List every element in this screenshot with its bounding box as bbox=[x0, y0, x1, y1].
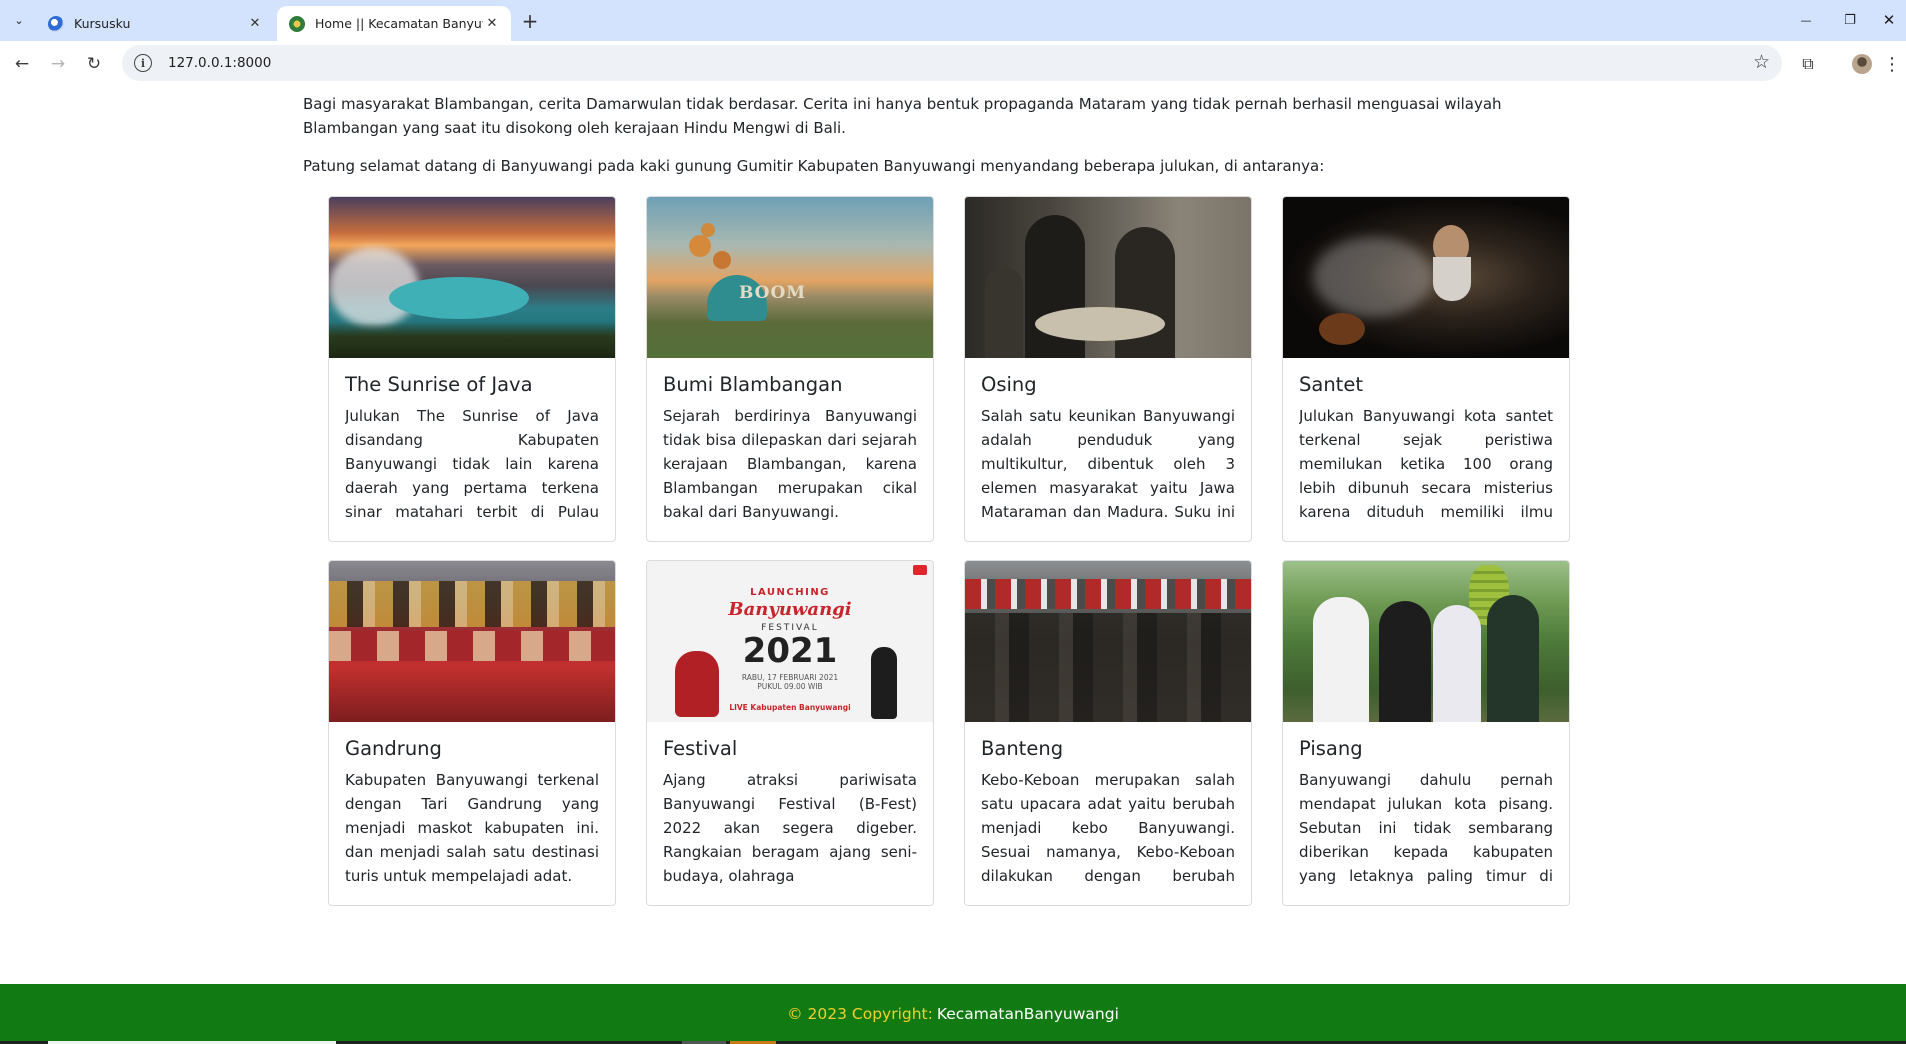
close-icon: ✕ bbox=[1882, 11, 1896, 29]
puzzle-icon: ⧉ bbox=[1802, 54, 1814, 73]
kursusku-favicon-icon bbox=[48, 15, 64, 32]
forward-button[interactable]: → bbox=[44, 50, 72, 78]
footer-copyright: © 2023 Copyright: bbox=[787, 1005, 933, 1023]
boom-sign-text: BOOM bbox=[739, 283, 807, 303]
card-image-boom-beach: BOOM bbox=[647, 197, 933, 358]
reload-icon: ↻ bbox=[86, 54, 102, 74]
card-text: Kebo-Keboan merupakan salah satu upacara… bbox=[981, 771, 1235, 885]
card-text: Ajang atraksi pariwisata Banyuwangi Fest… bbox=[663, 771, 917, 885]
poster-heading: LAUNCHING bbox=[750, 587, 830, 598]
card-text: Julukan Banyuwangi kota santet terkenal … bbox=[1299, 407, 1553, 521]
site-footer: © 2023 Copyright: KecamatanBanyuwangi bbox=[0, 984, 1906, 1044]
card-sunrise-of-java: The Sunrise of Java Julukan The Sunrise … bbox=[328, 196, 616, 542]
profile-button[interactable] bbox=[1850, 52, 1874, 76]
intro-paragraph: Bagi masyarakat Blambangan, cerita Damar… bbox=[303, 95, 1502, 137]
card-image-banana-plantation bbox=[1283, 561, 1569, 722]
card-title: Bumi Blambangan bbox=[663, 373, 843, 396]
card-gandrung: Gandrung Kabupaten Banyuwangi terkenal d… bbox=[328, 560, 616, 906]
extensions-button[interactable]: ⧉ bbox=[1796, 52, 1820, 76]
arrow-left-icon: ← bbox=[14, 54, 30, 74]
card-title: Festival bbox=[663, 737, 738, 760]
card-image-osing-family bbox=[965, 197, 1251, 358]
footer-brand-link[interactable]: KecamatanBanyuwangi bbox=[937, 1005, 1119, 1023]
page-viewport: Bagi masyarakat Blambangan, cerita Damar… bbox=[0, 86, 1906, 1044]
address-bar[interactable]: i 127.0.0.1:8000 ☆ bbox=[122, 45, 1782, 81]
reload-button[interactable]: ↻ bbox=[80, 50, 108, 78]
card-image-festival-poster: LAUNCHING Banyuwangi FESTIVAL 2021 RABU,… bbox=[647, 561, 933, 722]
card-title: Santet bbox=[1299, 373, 1363, 396]
minimize-button[interactable]: — bbox=[1786, 8, 1826, 32]
browser-toolbar: ← → ↻ i 127.0.0.1:8000 ☆ ⧉ ⋮ bbox=[0, 41, 1906, 86]
poster-script-title: Banyuwangi bbox=[728, 599, 852, 620]
restore-button[interactable]: ❐ bbox=[1830, 8, 1870, 32]
card-title: Gandrung bbox=[345, 737, 442, 760]
card-text: Banyuwangi dahulu pernah mendapat juluka… bbox=[1299, 771, 1553, 885]
tab-title: Kursusku bbox=[74, 16, 131, 31]
minimize-icon: — bbox=[1800, 13, 1812, 27]
back-button[interactable]: ← bbox=[8, 50, 36, 78]
card-text: Sejarah berdirinya Banyuwangi tidak bisa… bbox=[663, 407, 917, 521]
tab-title: Home || Kecamatan Banyuwangi bbox=[315, 16, 483, 31]
live-record-icon bbox=[913, 565, 927, 575]
card-title: Pisang bbox=[1299, 737, 1363, 760]
info-icon[interactable]: i bbox=[134, 54, 152, 72]
star-icon[interactable]: ☆ bbox=[1753, 51, 1770, 73]
restore-icon: ❐ bbox=[1844, 12, 1856, 28]
kebab-icon: ⋮ bbox=[1883, 53, 1901, 75]
plus-icon: + bbox=[521, 9, 539, 33]
url-text[interactable]: 127.0.0.1:8000 bbox=[168, 55, 271, 71]
card-image-santet-elder bbox=[1283, 197, 1569, 358]
tab-home-kecamatan-banyuwangi[interactable]: Home || Kecamatan Banyuwangi ✕ bbox=[277, 6, 511, 41]
card-osing: Osing Salah satu keunikan Banyuwangi ada… bbox=[964, 196, 1252, 542]
card-image-gandrung-dancers bbox=[329, 561, 615, 722]
card-title: Banteng bbox=[981, 737, 1064, 760]
card-title: The Sunrise of Java bbox=[345, 373, 533, 396]
avatar bbox=[1852, 54, 1872, 74]
arrow-right-icon: → bbox=[50, 54, 66, 74]
browser-tab-strip: ⌄ Kursusku ✕ Home || Kecamatan Banyuwang… bbox=[0, 0, 1906, 41]
card-pisang: Pisang Banyuwangi dahulu pernah mendapat… bbox=[1282, 560, 1570, 906]
lead-paragraph: Patung selamat datang di Banyuwangi pada… bbox=[303, 157, 1325, 175]
card-text: Julukan The Sunrise of Java disandang Ka… bbox=[345, 407, 599, 521]
dancer-figure-icon bbox=[871, 647, 897, 719]
window-close-button[interactable]: ✕ bbox=[1872, 8, 1906, 32]
new-tab-button[interactable]: + bbox=[518, 9, 542, 33]
banyuwangi-favicon-icon bbox=[289, 15, 305, 32]
close-icon[interactable]: ✕ bbox=[483, 15, 501, 33]
card-text: Kabupaten Banyuwangi terkenal dengan Tar… bbox=[345, 771, 599, 885]
card-festival: LAUNCHING Banyuwangi FESTIVAL 2021 RABU,… bbox=[646, 560, 934, 906]
barong-mask-icon bbox=[675, 651, 719, 717]
card-text: Salah satu keunikan Banyuwangi adalah pe… bbox=[981, 407, 1235, 521]
card-santet: Santet Julukan Banyuwangi kota santet te… bbox=[1282, 196, 1570, 542]
card-image-ijen-crater bbox=[329, 197, 615, 358]
card-image-kebo-keboan bbox=[965, 561, 1251, 722]
tab-search-button[interactable]: ⌄ bbox=[8, 9, 30, 31]
tab-kursusku[interactable]: Kursusku ✕ bbox=[36, 6, 274, 41]
browser-menu-button[interactable]: ⋮ bbox=[1882, 52, 1902, 76]
card-banteng: Banteng Kebo-Keboan merupakan salah satu… bbox=[964, 560, 1252, 906]
card-title: Osing bbox=[981, 373, 1037, 396]
card-bumi-blambangan: BOOM Bumi Blambangan Sejarah berdirinya … bbox=[646, 196, 934, 542]
close-icon[interactable]: ✕ bbox=[246, 15, 264, 33]
chevron-down-icon: ⌄ bbox=[14, 13, 24, 27]
